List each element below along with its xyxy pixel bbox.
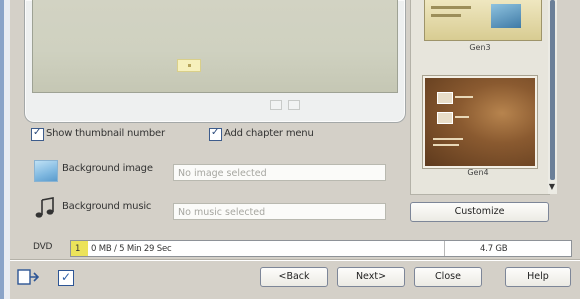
add-chapter-menu-label: Add chapter menu xyxy=(224,128,314,139)
customize-button[interactable]: Customize xyxy=(410,202,549,222)
show-thumbnail-number-label: Show thumbnail number xyxy=(46,128,165,139)
template-label-gen4: Gen4 xyxy=(467,168,489,177)
template-thumbnail-gen3[interactable] xyxy=(424,0,542,41)
disc-usage-text: 0 MB / 5 Min 29 Sec xyxy=(91,244,172,254)
disc-capacity-marker xyxy=(444,241,445,256)
window-border-inner xyxy=(4,0,10,299)
background-music-field[interactable]: No music selected xyxy=(173,203,386,220)
template-thumbnail-gen4[interactable] xyxy=(423,76,537,168)
scrollbar-thumb[interactable] xyxy=(550,0,555,180)
help-button[interactable]: Help xyxy=(505,267,571,287)
template-label-gen3: Gen3 xyxy=(469,43,491,52)
menu-preview-screen xyxy=(32,0,398,93)
checkbox-icon[interactable] xyxy=(58,270,74,286)
preview-thumbnail-marker xyxy=(177,59,201,72)
scroll-down-arrow-icon[interactable]: ▼ xyxy=(546,182,558,192)
show-thumbnail-number-checkbox[interactable] xyxy=(31,127,44,141)
export-icon[interactable] xyxy=(17,268,39,286)
disc-usage-badge: 1 xyxy=(75,244,81,254)
close-button[interactable]: Close xyxy=(414,267,482,287)
picture-icon[interactable] xyxy=(34,160,58,182)
background-image-field[interactable]: No image selected xyxy=(173,164,386,181)
back-button[interactable]: <Back xyxy=(260,267,328,287)
add-chapter-menu-checkbox[interactable] xyxy=(209,127,222,141)
disc-type-label: DVD xyxy=(33,242,53,252)
music-note-icon[interactable] xyxy=(33,197,57,219)
background-image-label: Background image xyxy=(62,163,153,174)
disc-capacity-text: 4.7 GB xyxy=(480,244,508,254)
footer-divider xyxy=(10,259,580,261)
preview-control-right[interactable] xyxy=(288,100,300,110)
background-music-label: Background music xyxy=(62,201,152,212)
preview-control-left[interactable] xyxy=(270,100,282,110)
next-button[interactable]: Next> xyxy=(337,267,405,287)
